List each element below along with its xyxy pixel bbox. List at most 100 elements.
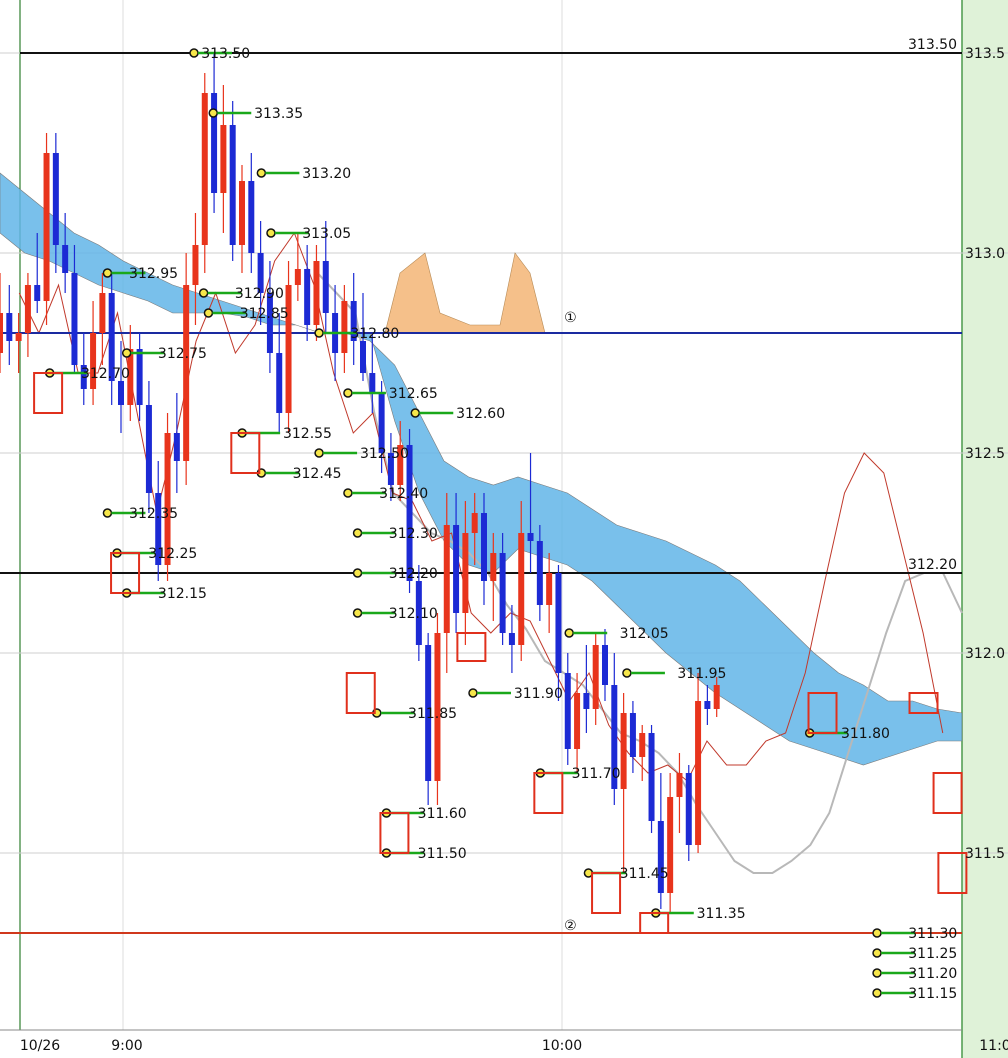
signal-dot [872,948,882,958]
price-label: 312.40 [379,486,428,502]
candle-body [313,261,320,325]
signal-dot [872,928,882,938]
price-label: 311.25 [908,946,957,962]
signal-dot [352,568,363,578]
candle-body [183,285,190,461]
y-axis-label: 311.5 [965,846,1005,862]
chart-container: 313.50 312.20 313.50 313.35 313.20 313.05 312.… [0,0,1008,1058]
candlestick-chart: 313.50 312.20 313.50 313.35 313.20 313.05 312.… [0,0,1008,1058]
candle-body [443,525,450,633]
price-label: 312.20 [389,566,438,582]
candle-body [211,93,218,193]
candle-body [145,405,152,493]
candle-body [453,525,460,613]
price-label: 313.35 [254,106,303,122]
candle-body [555,573,562,673]
candle-body [15,333,22,341]
candle-body [99,293,106,333]
candle-body [574,693,581,749]
candle-body [480,513,487,581]
candle-body [406,445,413,581]
candle-body [704,701,711,709]
candle-body [685,773,692,845]
y-axis-label: 313.0 [965,246,1005,262]
price-label: 313.20 [302,166,351,182]
price-label: 312.70 [81,366,130,382]
signal-dot [314,448,324,458]
candle-body [43,153,50,301]
candle-body [620,713,627,789]
candle-body [583,693,590,709]
candle-body [657,821,664,893]
signal-dot [343,388,353,398]
candle-body [304,269,311,325]
signal-dot [352,608,363,618]
signal-dot [121,348,132,358]
price-label: 312.05 [620,626,669,642]
candle-body [378,393,385,453]
candle-body [0,313,3,353]
candle-body [341,301,348,353]
candle-body [592,645,599,709]
x-tick-label: 10/26 [20,1038,60,1054]
price-label: 311.15 [908,986,957,1002]
signal-dot [410,408,421,418]
signal-dot [203,308,214,318]
candle-body [266,293,273,353]
price-label: 312.50 [360,446,409,462]
signal-box [345,672,376,714]
circled-mark: ② [564,918,577,934]
candle-body [285,285,292,413]
price-label: 312.60 [456,406,505,422]
candle-body [322,261,329,313]
level-label: 312.20 [908,557,957,573]
x-tick-label: 10:00 [542,1038,582,1054]
candle-body [471,513,478,533]
candle-body [294,269,301,285]
price-label: 311.70 [572,766,621,782]
signal-box [379,812,410,854]
signal-dot [208,108,219,118]
candle-body [136,349,143,405]
candle-body [648,733,655,821]
price-label: 313.05 [302,226,351,242]
candle-body [462,533,469,613]
price-label: 311.45 [620,866,669,882]
signal-box [932,772,963,814]
candle-body [117,381,124,405]
circled-mark: ① [564,310,577,326]
candle-body [639,733,646,757]
signal-dot [622,668,632,678]
signal-dot [872,968,882,978]
signal-dot [468,688,478,698]
signal-dot [198,288,209,298]
price-label: 312.15 [158,586,207,602]
candle-body [220,125,227,193]
cloud-bearish [384,252,546,334]
price-label: 311.95 [677,666,726,682]
signal-dot [189,48,199,58]
future-panel [962,0,1008,1058]
price-label: 312.45 [293,466,342,482]
candle-body [24,285,31,333]
price-label: 313.50 [201,46,250,62]
candle-body [52,153,59,245]
x-tick-label: 11:0 [979,1038,1008,1054]
candle-body [201,93,208,245]
candle-body [62,245,69,273]
signal-dot [564,628,574,638]
price-label: 312.30 [389,526,438,542]
signal-box [456,632,487,662]
y-axis-label: 313.5 [965,46,1005,62]
y-axis-label: 312.0 [965,646,1005,662]
signal-box [33,372,64,414]
price-label: 312.10 [389,606,438,622]
signal-dot [352,528,363,538]
signal-dot [266,228,276,238]
price-label: 312.35 [129,506,178,522]
candle-body [359,341,366,373]
candle-body [527,533,534,541]
price-label: 312.90 [235,286,284,302]
price-label: 311.80 [841,726,890,742]
candle-body [695,701,702,845]
